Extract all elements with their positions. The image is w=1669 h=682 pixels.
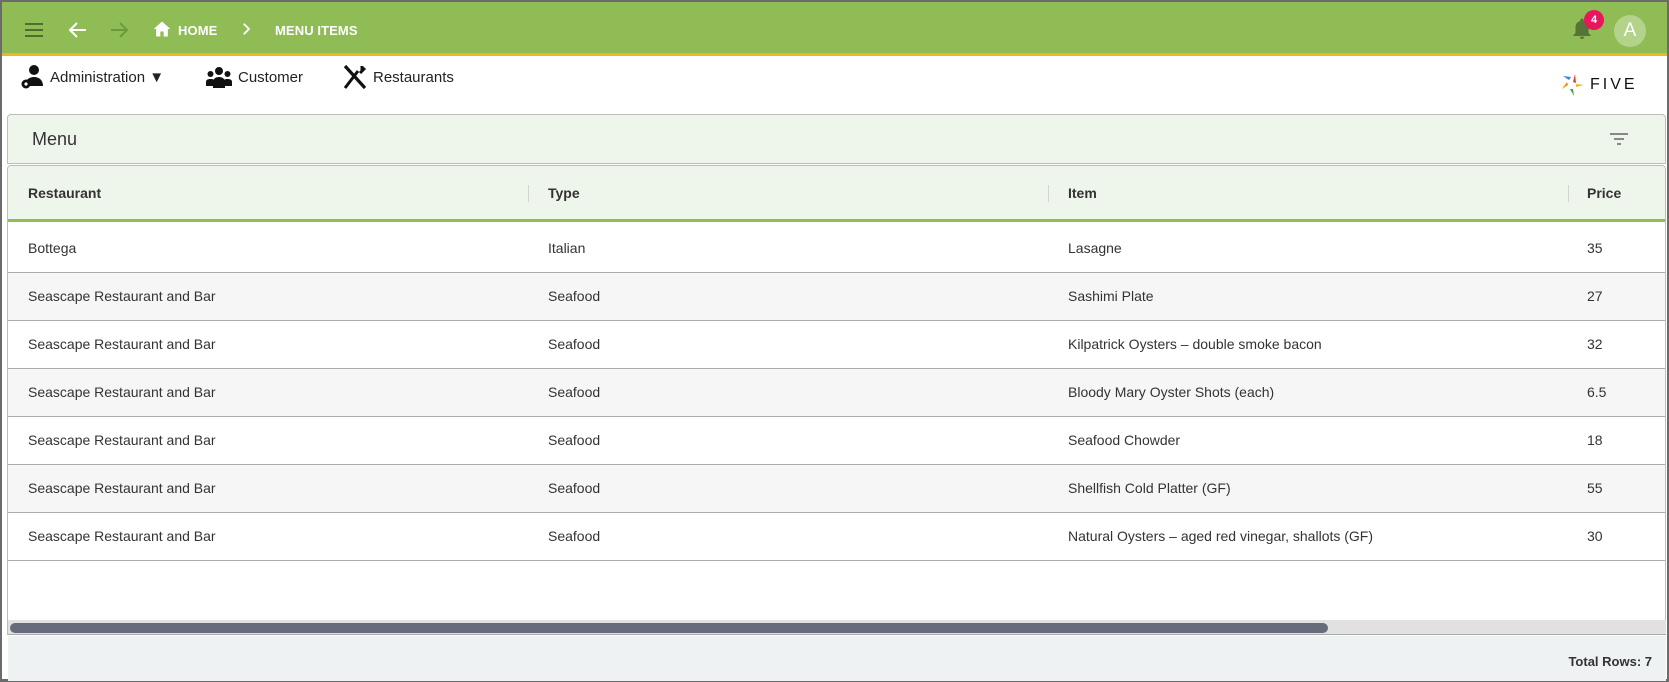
cell-item: Lasagne bbox=[1068, 240, 1122, 256]
cell-price: 27 bbox=[1587, 288, 1603, 304]
app-window: HOME MENU ITEMS 4 A Administration ▼ Cus… bbox=[0, 0, 1669, 682]
cutlery-icon bbox=[343, 64, 367, 90]
nav-item-customer[interactable]: Customer bbox=[206, 64, 303, 90]
cell-restaurant: Bottega bbox=[28, 240, 77, 256]
column-header-type[interactable]: Type bbox=[548, 185, 580, 201]
cell-type: Seafood bbox=[548, 288, 601, 304]
cell-price: 30 bbox=[1587, 528, 1603, 544]
cell-type: Italian bbox=[548, 240, 586, 256]
nav-menu: Administration ▼ Customer Restaurants FI… bbox=[2, 60, 1667, 96]
group-icon bbox=[206, 67, 232, 88]
cell-price: 35 bbox=[1587, 240, 1603, 256]
cell-restaurant: Seascape Restaurant and Bar bbox=[28, 336, 216, 352]
column-header-restaurant[interactable]: Restaurant bbox=[28, 185, 101, 201]
menu-items-table: Restaurant Type Item Price Bottega Italia… bbox=[7, 165, 1666, 635]
avatar[interactable]: A bbox=[1614, 15, 1646, 47]
column-resize-handle[interactable] bbox=[1568, 185, 1569, 202]
cell-restaurant: Seascape Restaurant and Bar bbox=[28, 384, 216, 400]
cell-item: Sashimi Plate bbox=[1068, 288, 1154, 304]
cell-price: 55 bbox=[1587, 480, 1603, 496]
nav-item-administration[interactable]: Administration ▼ bbox=[20, 64, 164, 90]
filter-icon[interactable] bbox=[1608, 129, 1630, 149]
breadcrumb-menu-items[interactable]: MENU ITEMS bbox=[275, 23, 358, 38]
table-row[interactable]: Seascape Restaurant and Bar Seafood Bloody… bbox=[8, 369, 1665, 417]
column-header-price[interactable]: Price bbox=[1587, 185, 1621, 201]
table-row[interactable]: Seascape Restaurant and Bar Seafood Seafoo… bbox=[8, 417, 1665, 465]
chevron-right-icon bbox=[243, 23, 251, 35]
forward-arrow-icon[interactable] bbox=[107, 18, 131, 42]
cell-item: Bloody Mary Oyster Shots (each) bbox=[1068, 384, 1275, 400]
table-row[interactable]: Bottega Italian Lasagne 35 bbox=[8, 225, 1665, 273]
back-arrow-icon[interactable] bbox=[66, 18, 90, 42]
notification-badge: 4 bbox=[1584, 10, 1604, 30]
nav-item-label: Customer bbox=[238, 68, 304, 86]
five-logo: FIVE bbox=[1560, 72, 1638, 98]
horizontal-scrollbar[interactable] bbox=[8, 620, 1666, 635]
cell-item: Seafood Chowder bbox=[1068, 432, 1181, 448]
cell-price: 6.5 bbox=[1587, 384, 1607, 400]
five-star-logo-icon bbox=[1562, 74, 1584, 96]
cell-restaurant: Seascape Restaurant and Bar bbox=[28, 528, 216, 544]
menu-panel-header: Menu bbox=[7, 114, 1666, 164]
table-row[interactable]: Seascape Restaurant and Bar Seafood Natura… bbox=[8, 513, 1665, 561]
top-app-bar: HOME MENU ITEMS 4 A bbox=[2, 2, 1667, 56]
hamburger-menu-icon[interactable] bbox=[22, 18, 46, 42]
home-icon[interactable] bbox=[152, 19, 172, 39]
column-resize-handle[interactable] bbox=[528, 185, 529, 202]
nav-item-label: Restaurants bbox=[373, 68, 454, 86]
column-resize-handle[interactable] bbox=[1048, 185, 1049, 202]
page-title: Menu bbox=[32, 129, 78, 149]
table-footer: Total Rows: 7 bbox=[8, 636, 1666, 681]
cell-price: 18 bbox=[1587, 432, 1603, 448]
cell-item: Shellfish Cold Platter (GF) bbox=[1068, 480, 1231, 496]
cell-type: Seafood bbox=[548, 528, 601, 544]
cell-price: 32 bbox=[1587, 336, 1603, 352]
cell-item: Natural Oysters – aged red vinegar, shal… bbox=[1068, 528, 1374, 544]
total-rows-count: Total Rows: 7 bbox=[1568, 654, 1652, 669]
table-row[interactable]: Seascape Restaurant and Bar Seafood Sashim… bbox=[8, 273, 1665, 321]
table-row[interactable]: Seascape Restaurant and Bar Seafood Shellf… bbox=[8, 465, 1665, 513]
table-header: Restaurant Type Item Price bbox=[8, 166, 1665, 222]
cell-restaurant: Seascape Restaurant and Bar bbox=[28, 288, 216, 304]
cell-type: Seafood bbox=[548, 480, 601, 496]
cell-type: Seafood bbox=[548, 336, 601, 352]
cell-type: Seafood bbox=[548, 432, 601, 448]
cell-item: Kilpatrick Oysters – double smoke bacon bbox=[1068, 336, 1322, 352]
admin-gear-icon bbox=[21, 65, 43, 89]
nav-item-restaurants[interactable]: Restaurants bbox=[343, 64, 454, 90]
nav-item-label: Administration ▼ bbox=[50, 68, 165, 86]
logo-text: FIVE bbox=[1590, 76, 1638, 93]
cell-type: Seafood bbox=[548, 384, 601, 400]
breadcrumb-home[interactable]: HOME bbox=[178, 23, 217, 38]
cell-restaurant: Seascape Restaurant and Bar bbox=[28, 432, 216, 448]
scrollbar-thumb[interactable] bbox=[10, 623, 1328, 633]
table-row[interactable]: Seascape Restaurant and Bar Seafood Kilpat… bbox=[8, 321, 1665, 369]
column-header-item[interactable]: Item bbox=[1068, 185, 1097, 201]
cell-restaurant: Seascape Restaurant and Bar bbox=[28, 480, 216, 496]
